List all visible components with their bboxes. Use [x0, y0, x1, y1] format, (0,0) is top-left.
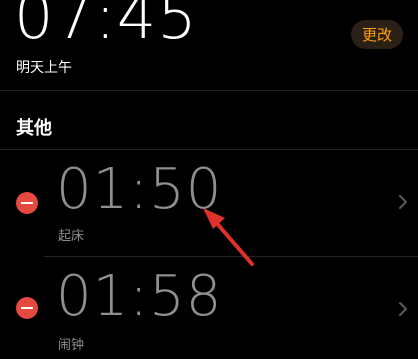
edit-button[interactable]: 更改	[351, 20, 403, 49]
alarm-time[interactable]: 01:58	[56, 269, 222, 325]
alarm-screen: 07:45 明天上午 更改 其他 01:50 起床 01:58 闹钟	[0, 0, 418, 359]
edit-button-label: 更改	[361, 26, 392, 44]
minus-circle-icon[interactable]	[16, 297, 38, 319]
section-title-other: 其他	[16, 118, 52, 139]
chevron-right-icon[interactable]	[396, 195, 410, 209]
alarm-label: 起床	[58, 229, 85, 244]
divider	[0, 90, 418, 91]
alarm-row[interactable]: 01:58 闹钟	[0, 257, 418, 359]
next-alarm-subtitle: 明天上午	[16, 60, 72, 76]
minus-circle-icon[interactable]	[16, 192, 38, 214]
alarm-row[interactable]: 01:50 起床	[0, 150, 418, 257]
alarm-label: 闹钟	[58, 338, 85, 353]
chevron-right-icon[interactable]	[396, 302, 410, 316]
next-alarm-time[interactable]: 07:45	[14, 0, 198, 48]
alarm-time[interactable]: 01:50	[56, 162, 222, 218]
